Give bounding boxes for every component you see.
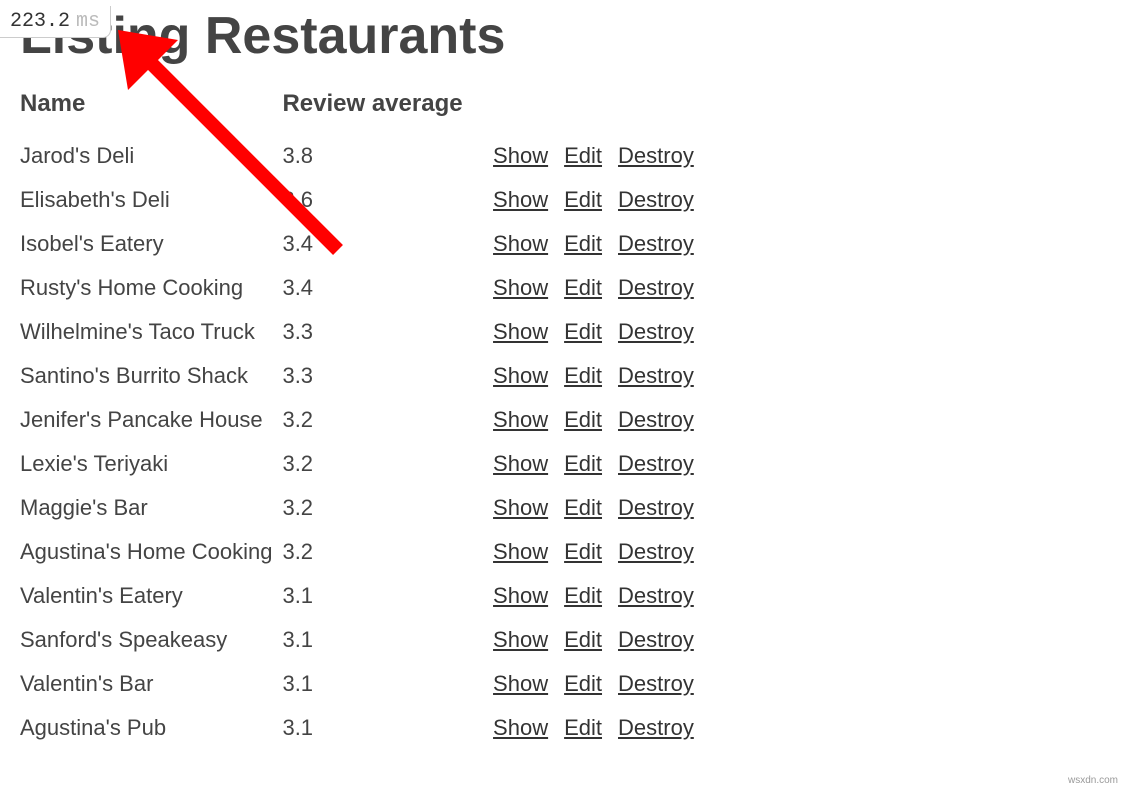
table-row: Sanford's Speakeasy3.1Show Edit Destroy — [20, 618, 710, 662]
destroy-link[interactable]: Destroy — [618, 231, 694, 256]
timing-unit: ms — [76, 10, 100, 33]
edit-link[interactable]: Edit — [564, 495, 602, 520]
table-row: Maggie's Bar3.2Show Edit Destroy — [20, 486, 710, 530]
restaurant-rating: 3.2 — [282, 486, 493, 530]
table-row: Agustina's Home Cooking3.2Show Edit Destro… — [20, 530, 710, 574]
destroy-link[interactable]: Destroy — [618, 583, 694, 608]
restaurant-name: Santino's Burrito Shack — [20, 354, 282, 398]
show-link[interactable]: Show — [493, 319, 548, 344]
table-row: Valentin's Bar3.1Show Edit Destroy — [20, 662, 710, 706]
destroy-link[interactable]: Destroy — [618, 363, 694, 388]
restaurant-name: Isobel's Eatery — [20, 222, 282, 266]
show-link[interactable]: Show — [493, 451, 548, 476]
page-title: Listing Restaurants — [20, 6, 1104, 66]
restaurant-name: Elisabeth's Deli — [20, 178, 282, 222]
destroy-link[interactable]: Destroy — [618, 671, 694, 696]
edit-link[interactable]: Edit — [564, 583, 602, 608]
destroy-link[interactable]: Destroy — [618, 143, 694, 168]
table-row: Rusty's Home Cooking3.4Show Edit Destroy — [20, 266, 710, 310]
destroy-link[interactable]: Destroy — [618, 319, 694, 344]
restaurant-rating: 3.3 — [282, 310, 493, 354]
destroy-link[interactable]: Destroy — [618, 407, 694, 432]
destroy-link[interactable]: Destroy — [618, 187, 694, 212]
show-link[interactable]: Show — [493, 583, 548, 608]
show-link[interactable]: Show — [493, 539, 548, 564]
column-header-review-average: Review average — [282, 84, 493, 134]
timing-badge[interactable]: 223.2 ms — [0, 6, 111, 38]
edit-link[interactable]: Edit — [564, 319, 602, 344]
edit-link[interactable]: Edit — [564, 407, 602, 432]
restaurant-name: Valentin's Eatery — [20, 574, 282, 618]
restaurants-table: Name Review average Jarod's Deli3.8ShowE… — [20, 84, 710, 750]
table-row: Agustina's Pub3.1Show Edit Destroy — [20, 706, 710, 750]
restaurant-rating: 3.1 — [282, 574, 493, 618]
restaurant-name: Sanford's Speakeasy — [20, 618, 282, 662]
restaurant-rating: 3.4 — [282, 222, 493, 266]
restaurant-rating: 3.2 — [282, 530, 493, 574]
restaurant-name: Wilhelmine's Taco Truck — [20, 310, 282, 354]
edit-link[interactable]: Edit — [564, 627, 602, 652]
restaurant-name: Agustina's Home Cooking — [20, 530, 282, 574]
timing-value: 223.2 — [10, 10, 70, 33]
show-link[interactable]: Show — [493, 143, 548, 168]
edit-link[interactable]: Edit — [564, 187, 602, 212]
watermark: wsxdn.com — [1068, 775, 1118, 786]
table-row: Lexie's Teriyaki3.2Show Edit Destroy — [20, 442, 710, 486]
table-row: Wilhelmine's Taco Truck3.3Show Edit Destro… — [20, 310, 710, 354]
table-row: Santino's Burrito Shack3.3Show Edit Destro… — [20, 354, 710, 398]
restaurant-name: Valentin's Bar — [20, 662, 282, 706]
restaurant-name: Jarod's Deli — [20, 134, 282, 178]
destroy-link[interactable]: Destroy — [618, 715, 694, 740]
restaurant-rating: 3.1 — [282, 618, 493, 662]
restaurant-rating: 3.8 — [282, 134, 493, 178]
restaurant-rating: 3.3 — [282, 354, 493, 398]
destroy-link[interactable]: Destroy — [618, 627, 694, 652]
edit-link[interactable]: Edit — [564, 451, 602, 476]
show-link[interactable]: Show — [493, 187, 548, 212]
restaurant-name: Rusty's Home Cooking — [20, 266, 282, 310]
edit-link[interactable]: Edit — [564, 231, 602, 256]
edit-link[interactable]: Edit — [564, 671, 602, 696]
show-link[interactable]: Show — [493, 407, 548, 432]
table-row: Jenifer's Pancake House3.2Show Edit Destro… — [20, 398, 710, 442]
restaurant-rating: 3.2 — [282, 398, 493, 442]
table-row: Jarod's Deli3.8Show Edit Destroy — [20, 134, 710, 178]
edit-link[interactable]: Edit — [564, 275, 602, 300]
restaurant-rating: 3.1 — [282, 662, 493, 706]
show-link[interactable]: Show — [493, 231, 548, 256]
restaurant-rating: 3.6 — [282, 178, 493, 222]
show-link[interactable]: Show — [493, 627, 548, 652]
edit-link[interactable]: Edit — [564, 715, 602, 740]
show-link[interactable]: Show — [493, 715, 548, 740]
restaurant-name: Agustina's Pub — [20, 706, 282, 750]
restaurant-rating: 3.1 — [282, 706, 493, 750]
column-header-name: Name — [20, 84, 282, 134]
table-row: Isobel's Eatery3.4Show Edit Destroy — [20, 222, 710, 266]
edit-link[interactable]: Edit — [564, 143, 602, 168]
table-row: Valentin's Eatery3.1Show Edit Destroy — [20, 574, 710, 618]
restaurant-rating: 3.2 — [282, 442, 493, 486]
table-row: Elisabeth's Deli3.6Show Edit Destroy — [20, 178, 710, 222]
show-link[interactable]: Show — [493, 495, 548, 520]
destroy-link[interactable]: Destroy — [618, 451, 694, 476]
destroy-link[interactable]: Destroy — [618, 495, 694, 520]
edit-link[interactable]: Edit — [564, 363, 602, 388]
show-link[interactable]: Show — [493, 363, 548, 388]
restaurant-name: Jenifer's Pancake House — [20, 398, 282, 442]
destroy-link[interactable]: Destroy — [618, 539, 694, 564]
show-link[interactable]: Show — [493, 671, 548, 696]
show-link[interactable]: Show — [493, 275, 548, 300]
restaurant-name: Lexie's Teriyaki — [20, 442, 282, 486]
destroy-link[interactable]: Destroy — [618, 275, 694, 300]
restaurant-name: Maggie's Bar — [20, 486, 282, 530]
edit-link[interactable]: Edit — [564, 539, 602, 564]
restaurant-rating: 3.4 — [282, 266, 493, 310]
